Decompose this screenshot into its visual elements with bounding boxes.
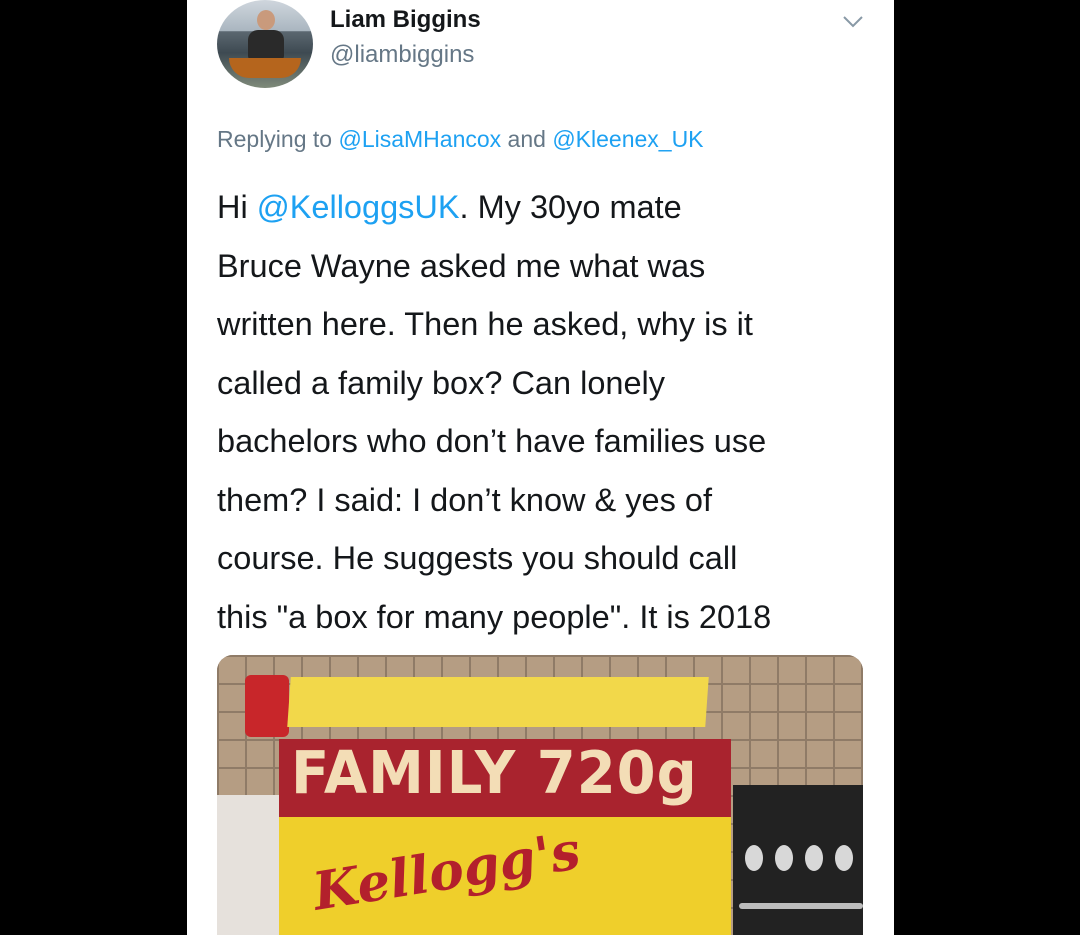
tweet-text-line: this "a box for many people". It is 2018 xyxy=(217,598,772,635)
red-mug xyxy=(245,675,289,737)
tweet-text-line: bachelors who don’t have families use xyxy=(217,423,767,459)
avatar[interactable] xyxy=(217,0,313,88)
tweet-photo[interactable]: FAMILY 720g Kellogg's xyxy=(217,655,863,935)
replying-to-joiner: and xyxy=(507,126,546,152)
tweet-text-line: them? I said: I don’t know & yes of xyxy=(217,481,712,518)
chevron-down-icon[interactable] xyxy=(842,14,864,30)
tweet-card: Liam Biggins @liambiggins Replying to @L… xyxy=(187,0,894,935)
avatar-boat xyxy=(229,58,301,78)
cooker-knob xyxy=(775,845,793,871)
tweet-text: Hi @KelloggsUK. My 30yo mate Bruce Wayne… xyxy=(217,178,877,646)
tweet-text-line: course. He suggests you should call xyxy=(217,540,738,576)
mention-link-kelloggsuk[interactable]: @KelloggsUK xyxy=(257,189,460,225)
display-name[interactable]: Liam Biggins xyxy=(330,6,481,34)
tweet-text-line: Hi @KelloggsUK. My 30yo mate xyxy=(217,178,877,237)
cooker-knob xyxy=(835,845,853,871)
replying-to-label: Replying to xyxy=(217,126,333,152)
user-handle[interactable]: @liambiggins xyxy=(330,41,474,69)
mention-link-lisamhancox[interactable]: @LisaMHancox xyxy=(338,126,501,152)
tweet-text-segment: . My 30yo mate xyxy=(459,189,682,225)
cereal-box-top xyxy=(287,677,709,727)
avatar-person-head xyxy=(257,10,275,30)
tweet-text-line: Bruce Wayne asked me what was xyxy=(217,247,706,284)
cooker xyxy=(733,785,863,935)
cooker-rail xyxy=(739,903,863,909)
replying-to-line: Replying to @LisaMHancox and @Kleenex_UK xyxy=(217,126,704,153)
cereal-box-label: FAMILY 720g xyxy=(291,739,698,808)
tweet-text-line: called a family box? Can lonely xyxy=(217,364,666,401)
tweet-text-line: written here. Then he asked, why is it xyxy=(217,306,753,342)
tweet-text-segment: Hi xyxy=(217,189,257,225)
avatar-person-body xyxy=(248,30,284,60)
cooker-knob xyxy=(745,845,763,871)
mention-link-kleenex-uk[interactable]: @Kleenex_UK xyxy=(552,126,703,152)
cooker-knob xyxy=(805,845,823,871)
